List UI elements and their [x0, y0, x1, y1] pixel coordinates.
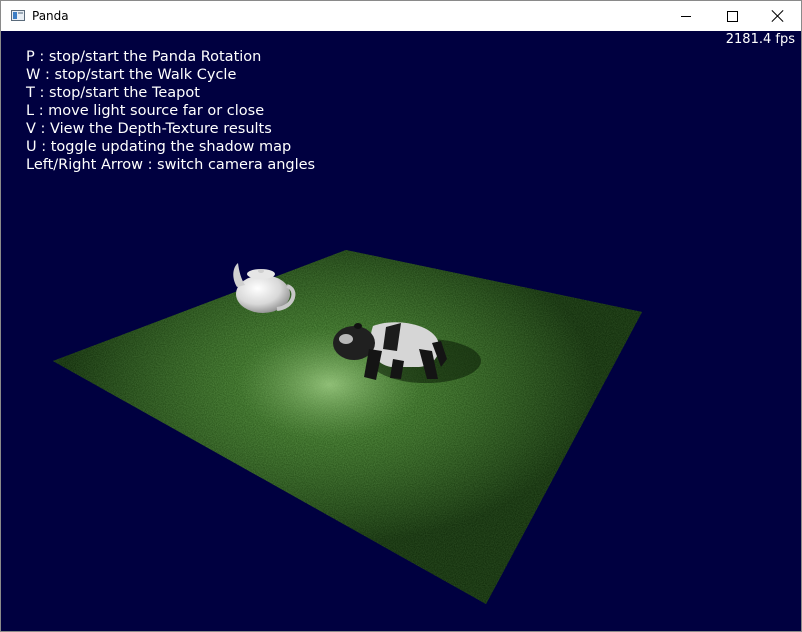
minimize-button[interactable]	[663, 1, 709, 31]
instruction-walk-cycle: W : stop/start the Walk Cycle	[26, 67, 237, 83]
window-title: Panda	[32, 9, 69, 23]
close-icon	[772, 10, 784, 22]
teapot-model	[233, 263, 296, 313]
minimize-icon	[681, 15, 691, 17]
instruction-panda-rotation: P : stop/start the Panda Rotation	[26, 49, 262, 65]
instruction-teapot: T : stop/start the Teapot	[26, 85, 200, 101]
app-window-icon	[11, 10, 25, 21]
close-button[interactable]	[755, 1, 801, 31]
fps-counter: 2181.4 fps	[725, 32, 795, 47]
instruction-depth-texture: V : View the Depth-Texture results	[26, 121, 272, 137]
title-bar[interactable]: Panda	[1, 1, 801, 31]
render-viewport[interactable]: P : stop/start the Panda Rotation W : st…	[1, 31, 801, 631]
instruction-shadow-map: U : toggle updating the shadow map	[26, 139, 292, 155]
app-window: Panda P: stop/start the Panda Rotation …	[0, 0, 802, 632]
maximize-icon	[726, 10, 738, 22]
instruction-camera-angles: Left/Right Arrow : switch camera angles	[26, 157, 316, 173]
instruction-light-source: L : move light source far or close	[26, 103, 265, 119]
maximize-button[interactable]	[709, 1, 755, 31]
ground-plane	[53, 250, 642, 604]
